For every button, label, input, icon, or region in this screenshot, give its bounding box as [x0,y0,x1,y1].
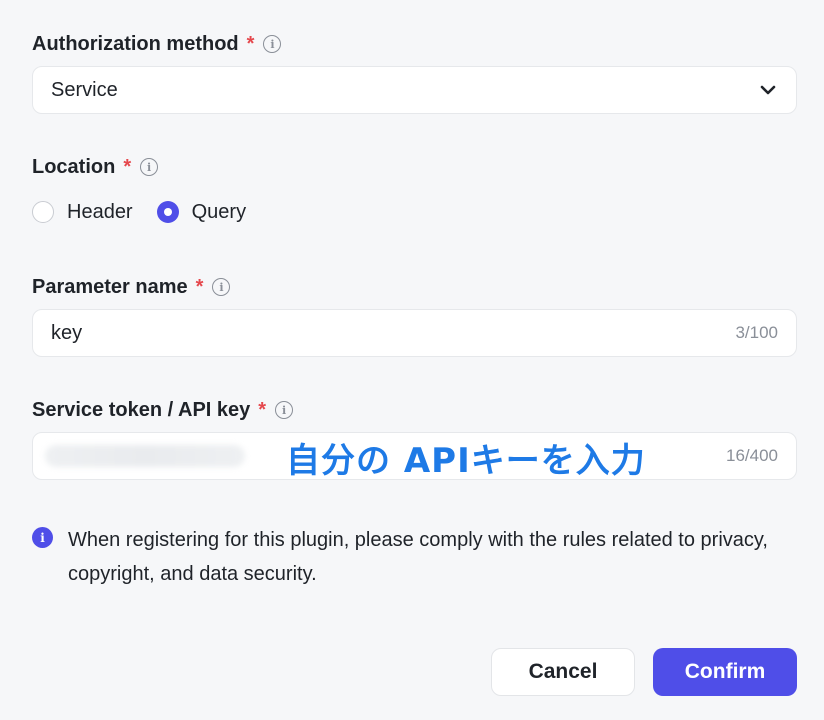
required-mark: * [123,155,132,178]
parameter-name-label: Parameter name [32,275,188,298]
notice-text: When registering for this plugin, please… [68,529,768,585]
location-label-row: Location * i [32,155,159,179]
location-radio-group: Header Query [32,198,270,226]
compliance-notice: i When registering for this plugin, plea… [32,523,792,591]
required-mark: * [195,275,204,298]
service-token-label: Service token / API key [32,398,251,421]
required-mark: * [246,32,255,55]
blurred-token [45,445,245,467]
chevron-down-icon[interactable] [758,80,778,100]
auth-method-value: Service [51,78,118,101]
parameter-name-label-row: Parameter name * i [32,275,231,299]
radio-unchecked-icon[interactable] [32,201,54,223]
location-label: Location [32,155,116,178]
service-token-label-row: Service token / API key * i [32,398,294,422]
info-icon[interactable]: i [212,278,231,296]
annotation-overlay: 自分の APIキーを入力 [286,441,646,481]
radio-query-label: Query [191,200,247,223]
radio-checked-icon[interactable] [156,201,179,223]
char-counter: 16/400 [726,446,778,465]
auth-method-label-row: Authorization method * i [32,32,282,56]
auth-method-select[interactable]: Service [32,66,797,114]
confirm-button[interactable]: Confirm [653,648,797,696]
parameter-name-value: key [51,321,83,344]
info-filled-icon: i [32,527,53,548]
radio-header-label: Header [67,200,133,223]
plugin-auth-form: Authorization method * i Service Locatio… [0,0,824,720]
radio-query[interactable]: Query [156,200,247,224]
required-mark: * [258,398,267,421]
info-icon[interactable]: i [275,401,294,419]
char-counter: 3/100 [735,323,778,342]
parameter-name-input[interactable]: key 3/100 [32,309,797,357]
radio-header[interactable]: Header [32,201,133,224]
info-icon[interactable]: i [263,35,282,53]
info-icon[interactable]: i [140,158,159,176]
auth-method-label: Authorization method [32,32,239,55]
cancel-button[interactable]: Cancel [491,648,635,696]
